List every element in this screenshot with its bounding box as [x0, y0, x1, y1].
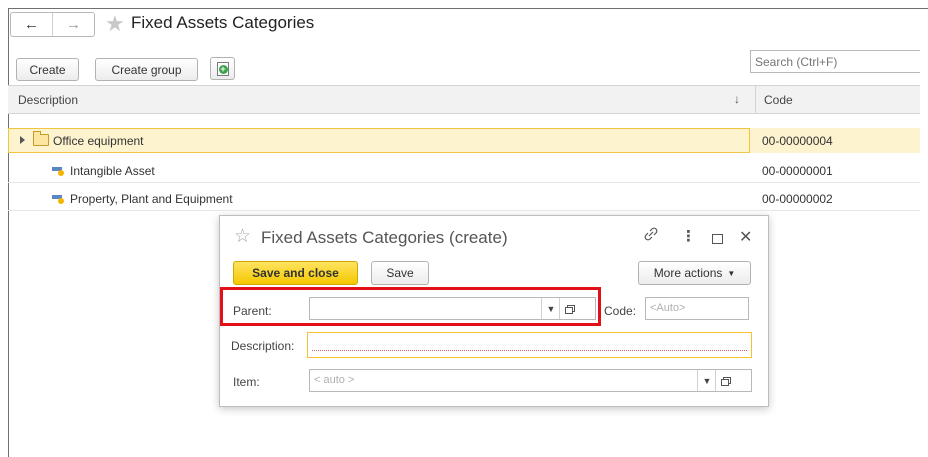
row-code: 00-00000004	[762, 134, 833, 148]
favorite-star-icon[interactable]: ★	[105, 13, 125, 35]
open-form-icon	[720, 376, 731, 386]
code-field[interactable]: <Auto>	[645, 297, 749, 320]
folder-icon	[33, 131, 49, 146]
link-icon[interactable]	[641, 224, 661, 244]
chevron-down-icon: ▼	[727, 268, 736, 278]
table-header: Description ↓ Code	[8, 85, 920, 114]
row-code: 00-00000002	[762, 192, 833, 206]
copy-new-button[interactable]	[210, 57, 235, 80]
page-title: Fixed Assets Categories	[131, 13, 315, 32]
more-menu-icon[interactable]: ⋮	[681, 227, 696, 245]
favorite-star-outline-icon[interactable]: ☆	[234, 227, 251, 247]
table-row[interactable]: Intangible Asset 00-00000001	[8, 158, 920, 183]
sort-arrow-icon: ↓	[734, 92, 740, 106]
expand-triangle-icon[interactable]	[20, 136, 25, 144]
forward-arrow-icon: →	[66, 16, 81, 33]
maximize-icon[interactable]	[712, 234, 723, 244]
back-arrow-icon: ←	[24, 16, 39, 33]
save-and-close-button[interactable]: Save and close	[233, 261, 358, 285]
item-field[interactable]: < auto > ▼	[309, 369, 752, 392]
row-description: Property, Plant and Equipment	[70, 192, 233, 206]
close-icon[interactable]: ✕	[739, 227, 752, 247]
parent-highlight-annotation	[220, 287, 601, 326]
create-group-button[interactable]: Create group	[95, 58, 198, 81]
description-field[interactable]	[307, 332, 752, 358]
search-input[interactable]	[750, 50, 920, 73]
more-actions-button[interactable]: More actions ▼	[638, 261, 751, 285]
column-divider[interactable]	[755, 86, 756, 114]
table-row[interactable]: Property, Plant and Equipment 00-0000000…	[8, 186, 920, 211]
add-document-icon	[216, 61, 229, 76]
item-open-button[interactable]	[715, 370, 734, 391]
item-placeholder: < auto >	[314, 374, 355, 386]
dialog-title: Fixed Assets Categories (create)	[261, 228, 508, 247]
catalog-item-icon	[52, 166, 64, 176]
row-code: 00-00000001	[762, 164, 833, 178]
back-button[interactable]: ←	[11, 13, 52, 36]
more-actions-label: More actions	[653, 266, 723, 280]
catalog-item-icon	[52, 194, 64, 204]
table-row[interactable]: Office equipment 00-00000004	[8, 128, 920, 153]
row-description: Intangible Asset	[70, 164, 155, 178]
navigation-buttons: ← →	[10, 12, 95, 37]
save-button[interactable]: Save	[371, 261, 429, 285]
column-header-description[interactable]: Description	[18, 93, 78, 107]
description-label: Description:	[231, 339, 295, 353]
item-dropdown-button[interactable]: ▼	[697, 370, 716, 391]
create-button[interactable]: Create	[16, 58, 79, 81]
forward-button[interactable]: →	[52, 13, 94, 36]
item-label: Item:	[233, 375, 260, 389]
column-header-code[interactable]: Code	[764, 93, 793, 107]
code-label: Code:	[604, 304, 637, 318]
row-description: Office equipment	[53, 134, 144, 148]
